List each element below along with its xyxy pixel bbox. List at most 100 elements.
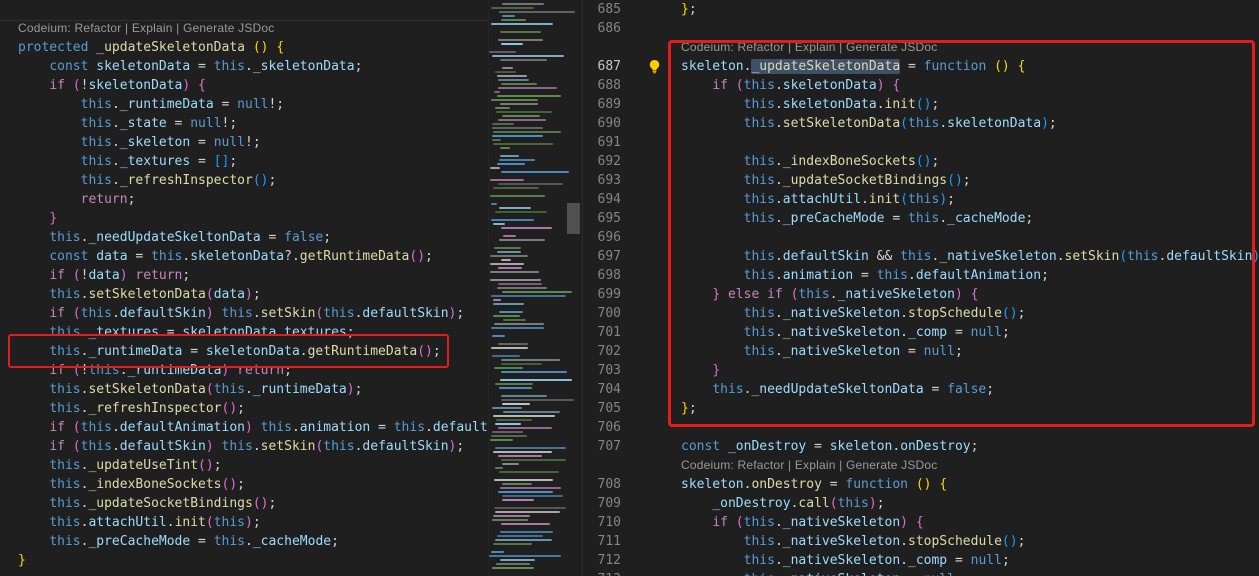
code-line[interactable]: 695 this._preCacheMode = this._cacheMode… (583, 209, 1259, 228)
code-line[interactable]: 707 const _onDestroy = skeleton.onDestroy… (583, 437, 1259, 456)
code-line[interactable]: this._needUpdateSkeltonData = false; (0, 228, 488, 247)
code-line[interactable]: 696 (583, 228, 1259, 247)
line-number[interactable]: 685 (583, 0, 621, 19)
code-line[interactable]: 711 this._nativeSkeleton.stopSchedule(); (583, 532, 1259, 551)
code-line[interactable]: this._preCacheMode = this._cacheMode; (0, 532, 488, 551)
codelens-actions[interactable]: Codeium: Refactor | Explain | Generate J… (681, 38, 937, 57)
line-number[interactable]: 691 (583, 133, 621, 152)
code-line[interactable]: this.attachUtil.init(this); (0, 513, 488, 532)
code-line[interactable]: 699 } else if (this._nativeSkeleton) { (583, 285, 1259, 304)
code-line[interactable]: this._runtimeData = null!; (0, 95, 488, 114)
code-line[interactable]: 713 this._nativeSkeleton = null; (583, 570, 1259, 576)
code-line[interactable]: protected _updateSkeletonData () { (0, 38, 488, 57)
line-number[interactable]: 698 (583, 266, 621, 285)
codelens-row[interactable]: Codeium: Refactor | Explain | Generate J… (583, 456, 1259, 475)
code-line[interactable]: this._refreshInspector(); (0, 399, 488, 418)
line-number[interactable]: 711 (583, 532, 621, 551)
line-number[interactable] (583, 456, 621, 475)
code-line[interactable]: const data = this.skeletonData?.getRunti… (0, 247, 488, 266)
right-editor-pane[interactable]: 685}; 686 Codeium: Refactor | Explain | Ge… (582, 0, 1259, 576)
line-number[interactable]: 693 (583, 171, 621, 190)
line-number[interactable]: 689 (583, 95, 621, 114)
line-number[interactable]: 706 (583, 418, 621, 437)
code-line[interactable]: this._state = null!; (0, 114, 488, 133)
line-number[interactable]: 704 (583, 380, 621, 399)
line-number[interactable]: 686 (583, 19, 621, 38)
line-number[interactable]: 687 (583, 57, 621, 76)
code-line[interactable]: 690 this.setSkeletonData(this.skeletonDa… (583, 114, 1259, 133)
code-line[interactable]: if (!this._runtimeData) return; (0, 361, 488, 380)
line-number[interactable]: 699 (583, 285, 621, 304)
line-number[interactable]: 700 (583, 304, 621, 323)
code-line[interactable]: 694 this.attachUtil.init(this); (583, 190, 1259, 209)
line-number[interactable]: 697 (583, 247, 621, 266)
line-number[interactable]: 707 (583, 437, 621, 456)
scrollbar-thumb[interactable] (567, 203, 580, 234)
code-line[interactable]: 686 (583, 19, 1259, 38)
code-line[interactable]: this._refreshInspector(); (0, 171, 488, 190)
line-number[interactable]: 709 (583, 494, 621, 513)
code-line[interactable]: return; (0, 190, 488, 209)
code-line[interactable]: if (this.defaultSkin) this.setSkin(this.… (0, 304, 488, 323)
line-number[interactable]: 713 (583, 570, 621, 576)
line-number[interactable]: 703 (583, 361, 621, 380)
code-line[interactable]: this._skeleton = null!; (0, 133, 488, 152)
code-line[interactable]: 687 skeleton._updateSkeletonData = functi… (583, 57, 1259, 76)
line-number[interactable]: 690 (583, 114, 621, 133)
code-line[interactable]: this._runtimeData = skeletonData.getRunt… (0, 342, 488, 361)
left-editor-pane[interactable]: Codeium: Refactor | Explain | Generate J… (0, 0, 488, 576)
code-line[interactable]: 693 this._updateSocketBindings(); (583, 171, 1259, 190)
codelens-actions[interactable]: Codeium: Refactor | Explain | Generate J… (18, 19, 274, 38)
lightbulb-icon[interactable] (647, 59, 662, 74)
line-number[interactable]: 695 (583, 209, 621, 228)
code-line[interactable]: 698 this.animation = this.defaultAnimati… (583, 266, 1259, 285)
code-line[interactable]: 692 this._indexBoneSockets(); (583, 152, 1259, 171)
code-line[interactable]: this.setSkeletonData(data); (0, 285, 488, 304)
code-line[interactable]: 709 _onDestroy.call(this); (583, 494, 1259, 513)
code-line[interactable]: 704 this._needUpdateSkeltonData = false; (583, 380, 1259, 399)
code-line[interactable]: 685}; (583, 0, 1259, 19)
line-number[interactable]: 688 (583, 76, 621, 95)
line-number[interactable]: 705 (583, 399, 621, 418)
code-line[interactable]: 702 this._nativeSkeleton = null; (583, 342, 1259, 361)
code-line[interactable]: 710 if (this._nativeSkeleton) { (583, 513, 1259, 532)
code-line[interactable]: this._indexBoneSockets(); (0, 475, 488, 494)
line-number[interactable]: 692 (583, 152, 621, 171)
code-line[interactable]: const skeletonData = this._skeletonData; (0, 57, 488, 76)
code-line[interactable]: if (this.defaultSkin) this.setSkin(this.… (0, 437, 488, 456)
line-number[interactable] (583, 38, 621, 57)
codelens-row[interactable]: Codeium: Refactor | Explain | Generate J… (583, 38, 1259, 57)
line-number[interactable]: 710 (583, 513, 621, 532)
codelens-actions[interactable]: Codeium: Refactor | Explain | Generate J… (681, 456, 937, 475)
code-line[interactable]: 706 (583, 418, 1259, 437)
codelens-row[interactable]: Codeium: Refactor | Explain | Generate J… (0, 19, 488, 38)
line-number[interactable]: 712 (583, 551, 621, 570)
line-number[interactable]: 708 (583, 475, 621, 494)
minimap[interactable] (488, 0, 582, 576)
line-number[interactable]: 694 (583, 190, 621, 209)
code-line[interactable]: this.setSkeletonData(this._runtimeData); (0, 380, 488, 399)
code-line[interactable]: if (this.defaultAnimation) this.animatio… (0, 418, 488, 437)
code-line[interactable]: 708 skeleton.onDestroy = function () { (583, 475, 1259, 494)
code-line[interactable]: this._updateSocketBindings(); (0, 494, 488, 513)
code-line[interactable]: this._updateUseTint(); (0, 456, 488, 475)
code-line[interactable]: 697 this.defaultSkin && this._nativeSkel… (583, 247, 1259, 266)
code-line[interactable]: 688 if (this.skeletonData) { (583, 76, 1259, 95)
code-line[interactable]: this._textures = skeletonData.textures; (0, 323, 488, 342)
line-number[interactable]: 702 (583, 342, 621, 361)
code-line[interactable]: 701 this._nativeSkeleton._comp = null; (583, 323, 1259, 342)
code-line[interactable]: 700 this._nativeSkeleton.stopSchedule(); (583, 304, 1259, 323)
line-number[interactable]: 701 (583, 323, 621, 342)
code-line[interactable]: 703 } (583, 361, 1259, 380)
code-line[interactable]: 712 this._nativeSkeleton._comp = null; (583, 551, 1259, 570)
code-line[interactable]: if (!skeletonData) { (0, 76, 488, 95)
code-line[interactable]: if (!data) return; (0, 266, 488, 285)
code-line[interactable]: } (0, 551, 488, 570)
code-line[interactable]: 691 (583, 133, 1259, 152)
code-line[interactable]: 689 this.skeletonData.init(); (583, 95, 1259, 114)
code-line[interactable]: this._textures = []; (0, 152, 488, 171)
code-line[interactable]: } (0, 209, 488, 228)
line-number[interactable]: 696 (583, 228, 621, 247)
code-line[interactable] (0, 0, 488, 19)
code-line[interactable]: 705}; (583, 399, 1259, 418)
